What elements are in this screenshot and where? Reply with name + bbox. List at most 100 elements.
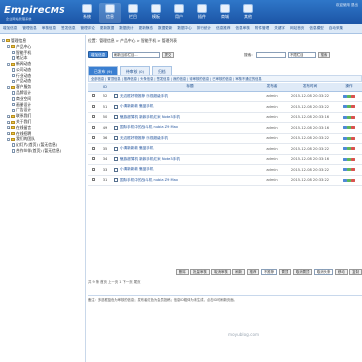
delete-icon[interactable] [351,147,355,151]
subnav-link[interactable]: 信息审核 [236,26,250,31]
view-icon[interactable] [347,105,351,109]
edit-icon[interactable] [343,105,347,109]
batch-action-button[interactable]: 刷新 [232,268,246,275]
sidebar-tree-item[interactable]: 合作伙伴(首页) (暂无信息) [0,148,85,154]
view-icon[interactable] [347,147,351,151]
top-nav-item[interactable]: 用户 [168,3,190,23]
search-button[interactable]: 搜索 [318,51,330,58]
batch-select[interactable]: 不推荐 [260,268,278,275]
subnav-link[interactable]: 附件管理 [255,26,269,31]
row-title-link[interactable]: 国际手机中的战斗机 nubia Z9 Max [120,125,178,129]
collapse-icon[interactable]: - [7,137,10,141]
batch-select-2[interactable]: 取消头条 [313,268,334,275]
row-title-link[interactable]: 小清新新款 魅蓝手机 [120,104,154,108]
batch-action-button[interactable]: 删除 [175,268,189,275]
subnav-link[interactable]: 签发信息 [61,26,75,31]
search-column-select[interactable]: 不限栏目 [288,51,316,58]
top-nav-item[interactable]: 商城 [214,3,236,23]
batch-action-button[interactable]: 批量审核 [190,268,210,275]
top-nav-item[interactable]: 信息 [99,3,121,23]
delete-icon[interactable] [351,136,355,140]
top-nav-item[interactable]: 系统 [76,3,98,23]
view-icon[interactable] [347,115,351,119]
edit-icon[interactable] [343,168,347,172]
subnav-link[interactable]: 更新静态 [139,26,153,31]
status-tab[interactable]: 归档 [151,66,172,75]
subnav-link[interactable]: 排行统计 [197,26,211,31]
status-tab[interactable]: 待审核 (0) [119,66,150,75]
header-user-links[interactable]: 欢迎使用 退出 [336,3,358,8]
expand-icon[interactable]: + [7,114,11,118]
subnav-link[interactable]: 关键字 [274,26,285,31]
subnav-link[interactable]: 管理信息 [22,26,36,31]
subnav-link[interactable]: 信息模型 [309,26,323,31]
logo[interactable]: EmpireCMS 企业网站管理系统 [4,5,65,21]
row-checkbox[interactable] [91,136,95,140]
top-nav-item[interactable]: 其他 [237,3,259,23]
status-tab[interactable]: 已发布 (9) [88,66,118,75]
subnav-link[interactable]: 更新数据 [100,26,114,31]
subnav-link[interactable]: 增加信息 [3,26,17,31]
subnav-link[interactable]: 自动采集 [329,26,343,31]
batch-action-button[interactable]: 复制 [349,268,362,275]
delete-icon[interactable] [351,126,355,130]
collapse-icon[interactable]: - [2,39,5,43]
row-checkbox[interactable] [91,94,95,98]
expand-icon[interactable]: + [7,132,11,136]
row-checkbox[interactable] [91,104,95,108]
subnav-link[interactable]: 数据更新 [158,26,172,31]
batch-action-button[interactable]: 移动 [334,268,348,275]
batch-action-button[interactable]: 取消置顶 [292,268,313,275]
top-nav-item[interactable]: 模板 [145,3,167,23]
view-icon[interactable] [347,94,351,98]
batch-action-button[interactable]: 置顶 [278,268,292,275]
row-title-link[interactable]: 无边框好物推荐 乐视超级手机 [120,136,168,140]
row-title-link[interactable]: 小清新新款 魅蓝手机 [120,146,154,150]
subnav-link[interactable]: 管理评论 [81,26,95,31]
row-title-link[interactable]: 小清新新款 魅蓝手机 [120,167,154,171]
edit-icon[interactable] [343,178,347,182]
view-icon[interactable] [347,168,351,172]
expand-icon[interactable]: + [7,126,11,130]
batch-action-button[interactable]: 推荐 [246,268,260,275]
subnav-link[interactable]: 数据统计 [119,26,133,31]
pagination[interactable]: 共 9 条 首页 上一页 1 下一页 尾页 [88,279,141,284]
collapse-icon[interactable]: - [7,45,10,49]
view-icon[interactable] [347,178,351,182]
edit-icon[interactable] [343,157,347,161]
filter-links[interactable]: 全部信息 | 置顶信息 | 推荐信息 | 头条信息 | 签发信息 | 我的信息 … [88,75,362,82]
delete-icon[interactable] [351,157,355,161]
edit-icon[interactable] [343,115,347,119]
delete-icon[interactable] [351,168,355,172]
row-checkbox[interactable] [91,146,95,150]
collapse-icon[interactable]: - [7,62,10,66]
delete-icon[interactable] [351,178,355,182]
row-title-link[interactable]: 魅族超薄机 新款手机红米 Note3手机 [120,157,180,161]
row-title-link[interactable]: 国际手机中的战斗机 nubia Z9 Max [120,178,178,182]
edit-icon[interactable] [343,147,347,151]
row-title-link[interactable]: 无边框好物推荐 乐视超级手机 [120,94,168,98]
top-nav-item[interactable]: 插件 [191,3,213,23]
top-nav-item[interactable]: 栏目 [122,3,144,23]
add-info-button[interactable]: 增加信息 [88,51,109,58]
delete-icon[interactable] [351,115,355,119]
row-title-link[interactable]: 魅族超薄机 新款手机红米 Note3手机 [120,115,180,119]
view-icon[interactable] [347,136,351,140]
subnav-link[interactable]: 审核信息 [42,26,56,31]
row-checkbox[interactable] [91,157,95,161]
batch-action-button[interactable]: 取消审核 [211,268,231,275]
subnav-link[interactable]: 数据中心 [177,26,191,31]
refresh-select[interactable]: 刷新当前栏目... [112,51,160,58]
delete-icon[interactable] [351,94,355,98]
search-input[interactable] [256,51,286,58]
edit-icon[interactable] [343,94,347,98]
view-icon[interactable] [347,126,351,130]
subnav-link[interactable]: 信息推荐 [216,26,230,31]
expand-icon[interactable]: + [7,120,11,124]
view-icon[interactable] [347,157,351,161]
subnav-link[interactable]: 网站首页 [290,26,304,31]
refresh-submit-button[interactable]: 提交 [162,51,174,58]
row-checkbox[interactable] [91,115,95,119]
collapse-icon[interactable]: - [7,85,10,89]
delete-icon[interactable] [351,105,355,109]
